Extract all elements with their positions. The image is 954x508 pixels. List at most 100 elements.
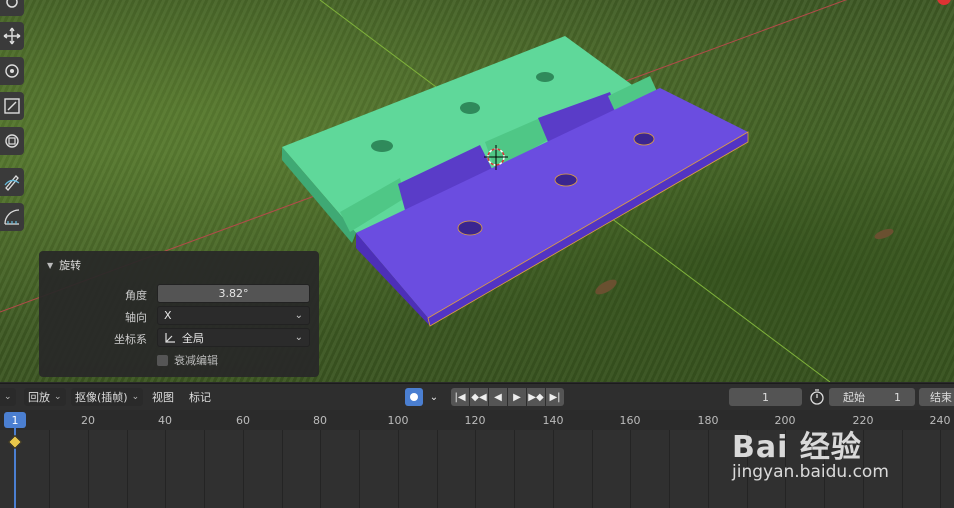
measure-tool[interactable] [0,203,24,231]
proportional-editing-checkbox[interactable]: 衰减编辑 [157,352,218,368]
keying-menu[interactable]: 抠像(插帧) ⌄ [71,388,144,406]
axes-icon [165,332,175,343]
chevron-down-icon: ⌄ [131,392,140,402]
axis-label: 轴向 [125,311,147,324]
end-frame-field[interactable]: 结束 [919,388,954,406]
grid-line [359,430,360,508]
keying-label: 抠像(插帧) [75,391,128,404]
leaf-decoration [874,228,894,240]
orientation-dropdown[interactable]: 全局 ⌄ [157,328,310,347]
grid-line [127,430,128,508]
angle-field[interactable]: 3.82° [157,284,310,303]
grid-line [204,430,205,508]
axis-value: X [164,309,172,322]
collapse-triangle-icon: ▼ [47,260,54,270]
playback-menu[interactable]: 回放 ⌄ [24,388,66,406]
panel-title: 旋转 [59,259,82,272]
grid-line [475,430,476,508]
jump-end-icon: ▶| [549,391,561,403]
start-value: 1 [894,390,901,404]
proportional-editing-label: 衰减编辑 [174,354,218,367]
ruler-tick: 240 [929,414,951,427]
editor-type-dropdown[interactable]: ⌄ [0,388,16,406]
current-frame-value: 1 [762,390,769,404]
hole-purple-3 [633,132,655,146]
prev-keyframe-icon: ◆◀ [471,391,487,403]
next-keyframe-icon: ▶◆ [528,391,544,403]
3d-viewport[interactable]: ▼ 旋转 角度 3.82° 轴向 X ⌄ 坐标系 全局 ⌄ 衰减编辑 [0,0,954,382]
checkbox-box[interactable] [157,354,168,366]
chevron-down-icon: ⌄ [294,310,303,321]
grid-line [320,430,321,508]
play-icon: ▶ [513,391,521,403]
grid-line [592,430,593,508]
baidu-watermark: Bai 经验 jingyan.baidu.com [732,422,932,492]
annotate-icon [4,175,20,191]
play-button[interactable]: ▶ [508,388,526,406]
chevron-down-icon: ⌄ [54,392,62,402]
keying-set-dropdown[interactable]: ⌄ [425,388,443,406]
grid-line [630,430,631,508]
grid-line [437,430,438,508]
grid-line [669,430,670,508]
orientation-label: 坐标系 [114,333,147,346]
chevron-down-icon: ⌄ [294,332,303,343]
ruler-tick: 180 [697,414,719,427]
ruler-tick: 120 [464,414,486,427]
keyframe-diamond-icon[interactable] [7,434,23,450]
stopwatch-icon [810,389,824,405]
orientation-value: 全局 [182,331,204,345]
annotate-tool[interactable] [0,168,24,196]
marker-label: 标记 [189,391,211,404]
jump-end-button[interactable]: ▶| [546,388,564,406]
grid-line [88,430,89,508]
playback-label: 回放 [28,391,50,404]
rotate-operator-panel[interactable]: ▼ 旋转 角度 3.82° 轴向 X ⌄ 坐标系 全局 ⌄ 衰减编辑 [39,251,319,377]
hole-purple-1 [457,220,483,236]
axis-dropdown[interactable]: X ⌄ [157,306,310,325]
move-tool[interactable] [0,22,24,50]
watermark-logo: Bai 经验 [732,430,862,465]
grid-line [49,430,50,508]
grid-line [708,430,709,508]
marker-menu[interactable]: 标记 [189,388,211,406]
grid-line [553,430,554,508]
hole-green-1 [371,140,393,152]
cursor-tool[interactable] [0,0,24,16]
ruler-tick: 60 [236,414,250,427]
current-frame-field[interactable]: 1 [729,388,802,406]
hole-purple-2 [554,173,578,187]
preview-range-toggle[interactable] [809,388,825,406]
jump-start-button[interactable]: |◀ [451,388,469,406]
timeline-header: ⌄ 回放 ⌄ 抠像(插帧) ⌄ 视图 标记 ⌄ |◀ ◆◀ ◀ ▶ ▶◆ ▶| … [0,383,954,410]
start-label: 起始 [843,391,865,404]
rotate-icon [5,64,19,78]
ruler-tick: 100 [387,414,409,427]
view-menu[interactable]: 视图 [152,388,174,406]
scale-tool[interactable] [0,92,24,120]
angle-label: 角度 [125,289,147,302]
start-frame-field[interactable]: 起始 1 [829,388,915,406]
current-frame-number: 1 [11,413,19,427]
prev-keyframe-button[interactable]: ◆◀ [470,388,488,406]
hole-green-2 [460,102,480,114]
rotate-tool[interactable] [0,57,24,85]
grid-line [940,430,941,508]
transform-tool[interactable] [0,127,24,155]
next-keyframe-button[interactable]: ▶◆ [527,388,545,406]
jump-start-icon: |◀ [454,391,466,403]
ruler-tick: 80 [313,414,327,427]
play-reverse-icon: ◀ [494,391,502,403]
panel-header[interactable]: ▼ 旋转 [47,257,81,273]
timeline-area[interactable]: 1 20 40 60 80 100 120 140 160 180 200 22… [0,410,954,508]
scale-icon [4,98,20,114]
play-reverse-button[interactable]: ◀ [489,388,507,406]
angle-value: 3.82° [218,287,249,300]
current-frame-indicator[interactable]: 1 [4,412,26,428]
chevron-down-icon: ⌄ [429,391,439,403]
auto-keying-button[interactable] [405,388,423,406]
grid-line [282,430,283,508]
ruler-tick: 140 [542,414,564,427]
grid-line [514,430,515,508]
hole-green-3 [536,72,554,82]
